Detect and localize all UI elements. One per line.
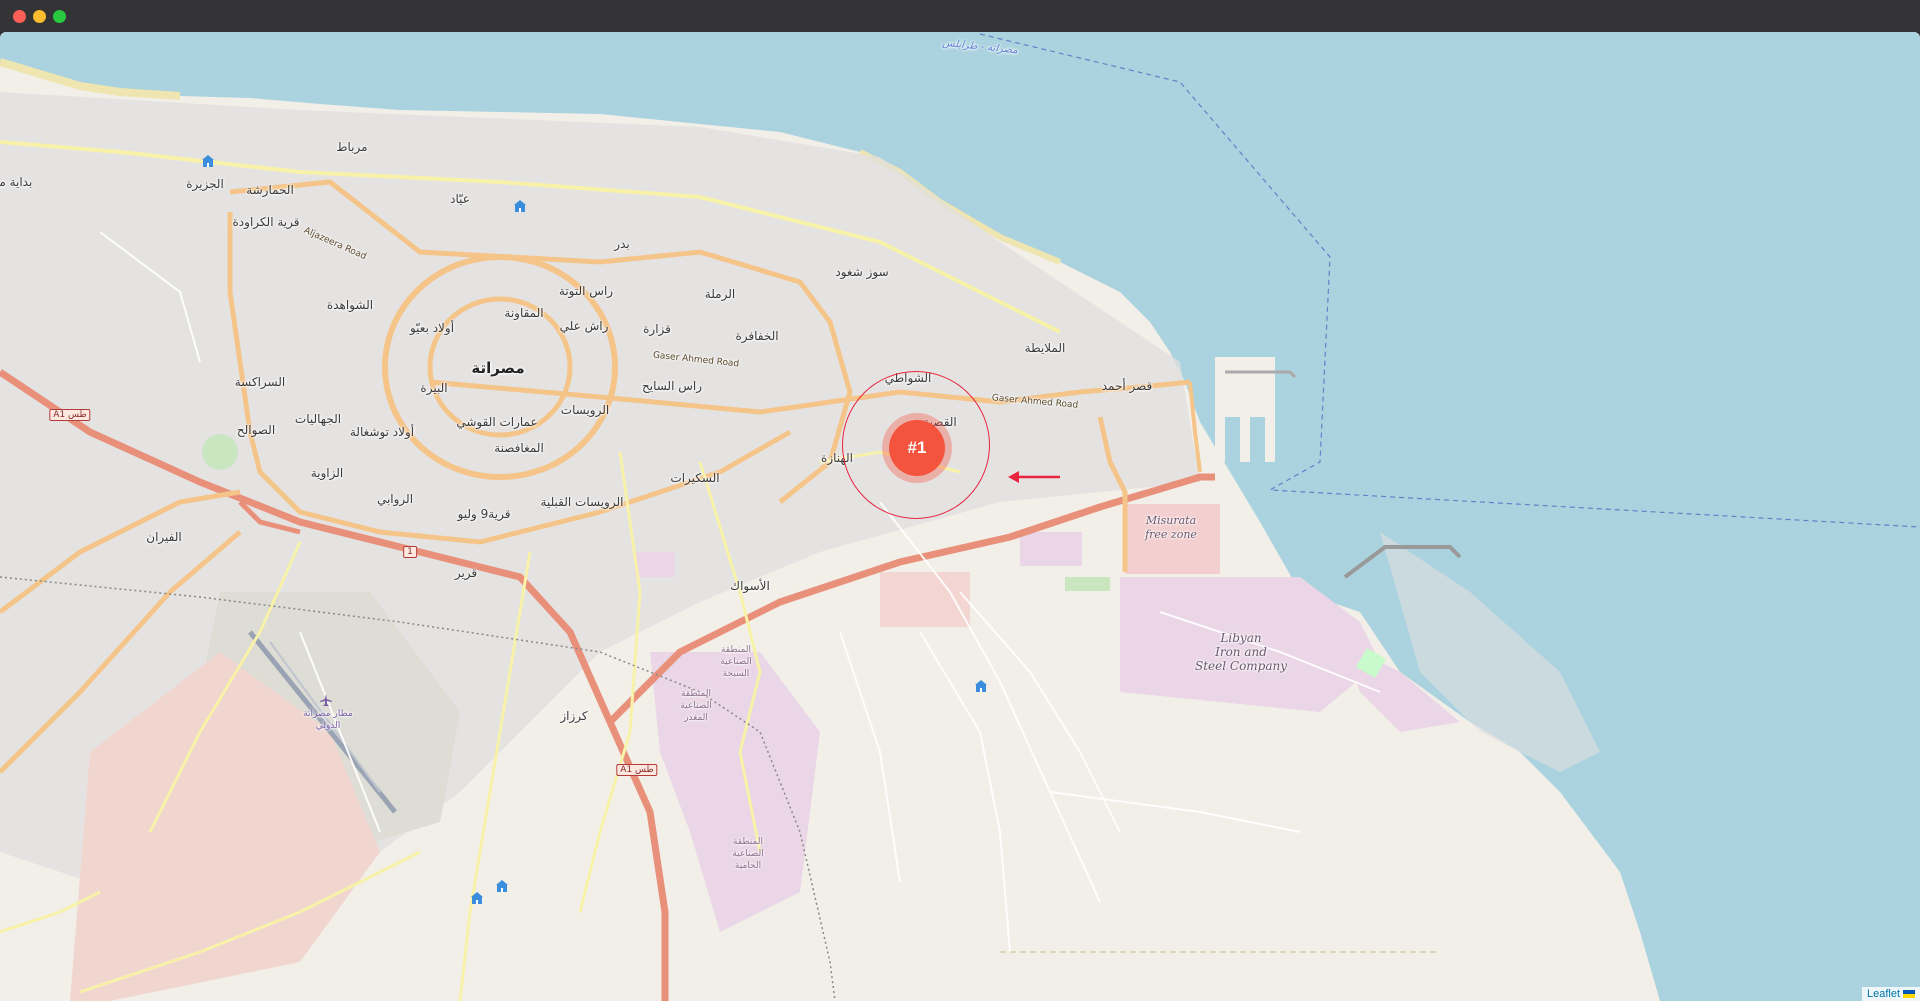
poi-building-icon[interactable] xyxy=(495,879,509,893)
map-attribution[interactable]: Leaflet xyxy=(1861,987,1920,1001)
road-shield-a1: A1 طس xyxy=(616,764,658,776)
poi-building-icon[interactable] xyxy=(470,891,484,905)
area-label-free-zone: Misurata free zone xyxy=(1145,514,1197,541)
place-label-suq: سوز شغود xyxy=(835,265,889,279)
airplane-icon[interactable] xyxy=(319,693,333,707)
place-label-marbat: مرباط xyxy=(336,140,368,154)
place-label-maqawna: المقاونة xyxy=(504,306,544,320)
direction-arrow-icon[interactable] xyxy=(1008,470,1060,484)
place-label-ras-ali: راش علي xyxy=(559,319,609,333)
place-label-jazira: الجزيرة xyxy=(186,177,224,191)
place-label-mulaaba: الملايطة xyxy=(1024,341,1066,355)
place-label-sawalih: الصوالح xyxy=(236,423,276,437)
place-label-qasr-ahmed: قصر أحمد xyxy=(1101,379,1153,393)
poi-building-icon[interactable] xyxy=(974,679,988,693)
place-label-bayra: البيرة xyxy=(420,381,448,395)
place-label-khafafra: الخفافرة xyxy=(735,329,779,343)
map-base-layer xyxy=(0,32,1920,1001)
place-label-ramla: الرملة xyxy=(704,287,736,301)
place-label-ayyad: عيّاد xyxy=(450,192,470,206)
road-shield-1: 1 xyxy=(403,546,417,558)
road-shield-a1: A1 طس xyxy=(49,409,91,421)
place-label-mughaflna: المغافصنة xyxy=(494,441,544,455)
place-label-ras-tuba: راس التوتة xyxy=(558,284,614,298)
place-label-harasha: الحمارشة xyxy=(246,183,294,197)
place-label-sakirat: السكيرات xyxy=(670,471,720,485)
ukraine-flag-icon xyxy=(1903,990,1915,999)
poi-building-icon[interactable] xyxy=(513,199,527,213)
area-label-ind-maghar: المنطقة الصناعية المغدر xyxy=(680,689,712,723)
poi-building-icon[interactable] xyxy=(201,154,215,168)
place-label-qarir: قرير xyxy=(454,566,478,580)
place-label-karawida: قرية الكراودة xyxy=(232,215,300,229)
leaflet-link[interactable]: Leaflet xyxy=(1867,988,1900,1000)
place-label-aswaq: الأسواك xyxy=(730,579,770,593)
city-label-misrata: مصراتة xyxy=(471,359,525,377)
place-label-qarya9: قرية9 وليو xyxy=(457,507,511,521)
place-label-ras-saih: راس السايح xyxy=(641,379,703,393)
place-label-sarrakasa: السراكسة xyxy=(234,375,286,389)
airport-label: مطار مصراتة الدولي xyxy=(303,709,353,731)
place-label-badr: بدر xyxy=(614,237,630,251)
close-window-button[interactable] xyxy=(13,10,26,23)
place-label-awlad-tushqala: أولاد توشغالة xyxy=(349,425,415,439)
maximize-window-button[interactable] xyxy=(53,10,66,23)
place-label-kirzaz: كرزاز xyxy=(560,709,588,723)
minimize-window-button[interactable] xyxy=(33,10,46,23)
area-label-libyan-iron: Libyan Iron and Steel Company xyxy=(1194,631,1288,673)
place-label-zawiya: الزاوية xyxy=(310,466,344,480)
place-label-qazara: قزارة xyxy=(643,322,671,336)
place-label-amarat-qushi: عمارات القوشي xyxy=(456,415,538,429)
window-titlebar xyxy=(0,0,1920,32)
map-view[interactable]: مصراتة بداية ما الجزيرة الحمارشة قرية ال… xyxy=(0,32,1920,1001)
location-marker-1[interactable]: #1 xyxy=(889,420,945,476)
place-label-awlad-baayu: أولاد بعيّو xyxy=(409,321,455,335)
place-label-ruwaysat: الرويسات xyxy=(560,403,610,417)
place-label-jahaliyat: الجهاليات xyxy=(294,412,342,426)
place-label-bidaya: بداية ما xyxy=(0,175,33,189)
area-label-ind-sabkha: المنطقة الصناعية السبخة xyxy=(720,645,752,679)
place-label-ruwaysat-qibliya: الرويسات القبلية xyxy=(540,495,624,509)
place-label-shwahda: الشواهدة xyxy=(326,298,374,312)
place-label-fayran: الفيران xyxy=(146,530,182,544)
place-label-rawabi: الروابي xyxy=(376,492,414,506)
area-label-ind-hamia: المنطقة الصناعية الحامية xyxy=(732,837,764,871)
